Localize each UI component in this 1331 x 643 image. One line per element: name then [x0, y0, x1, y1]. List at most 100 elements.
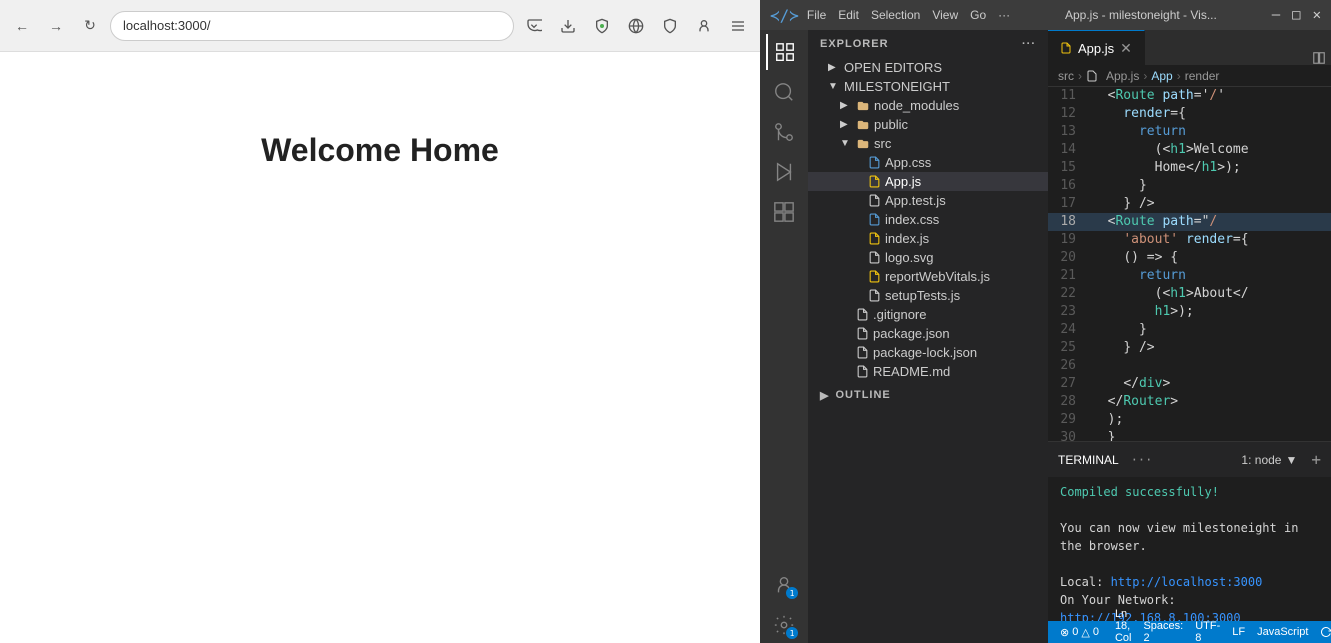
code-editor[interactable]: 11 <Route path='/' 12 render={ 13 return… [1048, 87, 1331, 441]
activity-remote[interactable]: 1 [766, 567, 802, 603]
setup-tests-label: setupTests.js [885, 288, 960, 303]
code-line-30: 30 } [1048, 429, 1331, 441]
forward-button[interactable]: → [42, 12, 70, 40]
code-line-19: 19 'about' render={ [1048, 231, 1331, 249]
code-line-14: 14 (<h1>Welcome [1048, 141, 1331, 159]
open-editors-section[interactable]: ▶ OPEN EDITORS [808, 58, 1048, 77]
package-lock-json-label: package-lock.json [873, 345, 977, 360]
status-line-col[interactable]: Ln 18, Col 27 [1111, 608, 1136, 643]
node-modules-folder[interactable]: ▶ node_modules [808, 96, 1048, 115]
menu-more[interactable]: ··· [998, 8, 1010, 22]
terminal-local-url[interactable]: http://localhost:3000 [1111, 575, 1263, 589]
vscode-logo-icon: ≺/≻ [770, 6, 799, 25]
code-line-17: 17 } /> [1048, 195, 1331, 213]
back-button[interactable]: ← [8, 12, 36, 40]
index-css-label: index.css [885, 212, 939, 227]
tab-close-button[interactable]: ✕ [1120, 40, 1132, 57]
menu-go[interactable]: Go [970, 8, 986, 22]
file-package-lock-json[interactable]: package-lock.json [808, 343, 1048, 362]
breadcrumb-sep1: › [1078, 69, 1082, 83]
vpn-icon[interactable] [656, 12, 684, 40]
file-index-css[interactable]: index.css [808, 210, 1048, 229]
app-test-js-label: App.test.js [885, 193, 946, 208]
file-index-js[interactable]: index.js [808, 229, 1048, 248]
src-folder[interactable]: ▼ src [808, 134, 1048, 153]
status-language[interactable]: JavaScript [1253, 608, 1312, 643]
breadcrumb-render[interactable]: render [1185, 69, 1220, 83]
address-bar[interactable] [110, 11, 514, 41]
sidebar-more[interactable]: ··· [1022, 38, 1036, 50]
file-gitignore[interactable]: .gitignore [808, 305, 1048, 324]
file-app-js[interactable]: App.js [808, 172, 1048, 191]
logo-svg-label: logo.svg [885, 250, 933, 265]
welcome-heading: Welcome Home [261, 132, 499, 169]
project-root[interactable]: ▼ MILESTONEIGHT [808, 77, 1048, 96]
project-name-label: MILESTONEIGHT [844, 79, 950, 94]
terminal-line-local: Local: http://localhost:3000 [1060, 573, 1319, 591]
tab-app-js[interactable]: App.js ✕ [1048, 30, 1145, 65]
breadcrumb-app[interactable]: App [1151, 69, 1172, 83]
sidebar-header: EXPLORER ··· [808, 30, 1048, 58]
activity-extensions[interactable] [766, 194, 802, 230]
code-line-27: 27 </div> [1048, 375, 1331, 393]
file-logo-svg[interactable]: logo.svg [808, 248, 1048, 267]
profile-icon[interactable] [690, 12, 718, 40]
status-sync[interactable] [1316, 608, 1331, 643]
vscode-panel: ≺/≻ File Edit Selection View Go ··· App.… [760, 0, 1331, 643]
maximize-button[interactable]: □ [1292, 7, 1300, 23]
terminal-add-button[interactable]: + [1311, 450, 1321, 469]
activity-bar: 1 1 [760, 30, 808, 643]
breadcrumb-appjs[interactable]: App.js [1106, 69, 1139, 83]
menu-view[interactable]: View [932, 8, 958, 22]
terminal-more[interactable]: ··· [1131, 453, 1153, 467]
menu-edit[interactable]: Edit [838, 8, 859, 22]
status-errors[interactable]: ⊗ 0 △ 0 [1056, 626, 1103, 639]
terminal-dropdown-icon: ▼ [1285, 453, 1297, 467]
sidebar-title: EXPLORER [820, 38, 889, 50]
file-readme[interactable]: README.md [808, 362, 1048, 381]
status-line-ending[interactable]: LF [1228, 608, 1249, 643]
terminal-node-label: 1: node [1241, 453, 1281, 467]
editor-layout-button[interactable] [1307, 51, 1331, 65]
download-icon[interactable] [554, 12, 582, 40]
activity-run[interactable] [766, 154, 802, 190]
code-line-28: 28 </Router> [1048, 393, 1331, 411]
outline-label: OUTLINE [835, 389, 890, 401]
outline-panel[interactable]: ▶ OUTLINE [808, 381, 1048, 409]
title-menu: File Edit Selection View Go ··· [807, 8, 1010, 22]
menu-selection[interactable]: Selection [871, 8, 920, 22]
terminal-line-empty2 [1060, 555, 1319, 573]
code-line-11: 11 <Route path='/' [1048, 87, 1331, 105]
app-js-label: App.js [885, 174, 921, 189]
pocket-icon[interactable] [520, 12, 548, 40]
tab-app-js-label: App.js [1078, 41, 1114, 56]
file-app-test-js[interactable]: App.test.js [808, 191, 1048, 210]
file-package-json[interactable]: package.json [808, 324, 1048, 343]
vscode-titlebar: ≺/≻ File Edit Selection View Go ··· App.… [760, 0, 1331, 30]
activity-search[interactable] [766, 74, 802, 110]
terminal-tab[interactable]: TERMINAL [1058, 453, 1119, 467]
reload-button[interactable]: ↻ [76, 12, 104, 40]
shield-icon[interactable] [588, 12, 616, 40]
activity-git[interactable] [766, 114, 802, 150]
status-spaces[interactable]: Spaces: 2 [1139, 608, 1187, 643]
menu-file[interactable]: File [807, 8, 826, 22]
public-folder[interactable]: ▶ public [808, 115, 1048, 134]
menu-icon[interactable] [724, 12, 752, 40]
breadcrumb-sep2: › [1143, 69, 1147, 83]
warning-icon: △ [1081, 626, 1089, 639]
file-app-css[interactable]: App.css [808, 153, 1048, 172]
close-button[interactable]: ✕ [1313, 7, 1321, 23]
minimize-button[interactable]: — [1272, 7, 1280, 23]
code-line-12: 12 render={ [1048, 105, 1331, 123]
file-report-web-vitals[interactable]: reportWebVitals.js [808, 267, 1048, 286]
status-encoding[interactable]: UTF-8 [1191, 608, 1224, 643]
breadcrumb-src[interactable]: src [1058, 69, 1074, 83]
activity-settings[interactable]: 1 [766, 607, 802, 643]
activity-explorer[interactable] [766, 34, 802, 70]
gitignore-label: .gitignore [873, 307, 926, 322]
file-setup-tests[interactable]: setupTests.js [808, 286, 1048, 305]
readme-label: README.md [873, 364, 950, 379]
translate-icon[interactable] [622, 12, 650, 40]
terminal-node-selector[interactable]: 1: node ▼ [1241, 453, 1297, 467]
